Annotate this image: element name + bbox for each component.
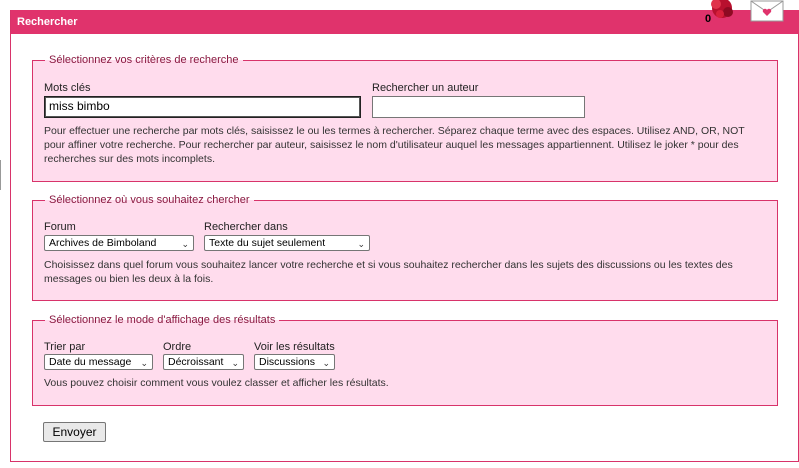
- chevron-down-icon: ⌄: [322, 358, 330, 368]
- submit-button[interactable]: Envoyer: [43, 422, 106, 442]
- where-help: Choisissez dans quel forum vous souhaite…: [44, 259, 733, 285]
- chevron-down-icon: ⌄: [357, 239, 365, 249]
- forum-select-value: Archives de Bimboland: [49, 237, 157, 249]
- searchin-label: Rechercher dans: [204, 221, 288, 233]
- notification-badge[interactable]: 0: [700, 0, 742, 28]
- keywords-input[interactable]: miss bimbo: [44, 96, 361, 118]
- sort-select-value: Date du message: [49, 356, 132, 368]
- forum-label: Forum: [44, 221, 76, 233]
- sort-select[interactable]: Date du message ⌄: [44, 354, 153, 370]
- mail-icon[interactable]: [750, 0, 784, 22]
- sort-label: Trier par: [44, 341, 86, 353]
- chevron-down-icon: ⌄: [140, 358, 148, 368]
- searchin-select-value: Texte du sujet seulement: [209, 237, 326, 249]
- panel-title: Rechercher: [11, 10, 799, 34]
- chevron-down-icon: ⌄: [231, 358, 239, 368]
- searchin-select[interactable]: Texte du sujet seulement ⌄: [204, 235, 370, 251]
- notification-count: 0: [705, 13, 712, 25]
- where-legend: Sélectionnez où vous souhaitez chercher: [49, 194, 250, 206]
- show-select-value: Discussions: [259, 356, 316, 368]
- display-legend: Sélectionnez le mode d'affichage des rés…: [49, 314, 276, 326]
- page-edge: [0, 160, 3, 190]
- order-label: Ordre: [163, 341, 192, 353]
- criteria-legend: Sélectionnez vos critères de recherche: [49, 54, 239, 66]
- show-label: Voir les résultats: [254, 341, 335, 353]
- display-help: Vous pouvez choisir comment vous voulez …: [44, 377, 389, 389]
- author-input[interactable]: [372, 96, 585, 118]
- criteria-help: Pour effectuer une recherche par mots cl…: [44, 125, 745, 165]
- chevron-down-icon: ⌄: [181, 239, 189, 249]
- author-label: Rechercher un auteur: [372, 82, 479, 94]
- order-select[interactable]: Décroissant ⌄: [163, 354, 244, 370]
- keywords-label: Mots clés: [44, 82, 91, 94]
- order-select-value: Décroissant: [168, 356, 224, 368]
- show-select[interactable]: Discussions ⌄: [254, 354, 335, 370]
- forum-select[interactable]: Archives de Bimboland ⌄: [44, 235, 194, 251]
